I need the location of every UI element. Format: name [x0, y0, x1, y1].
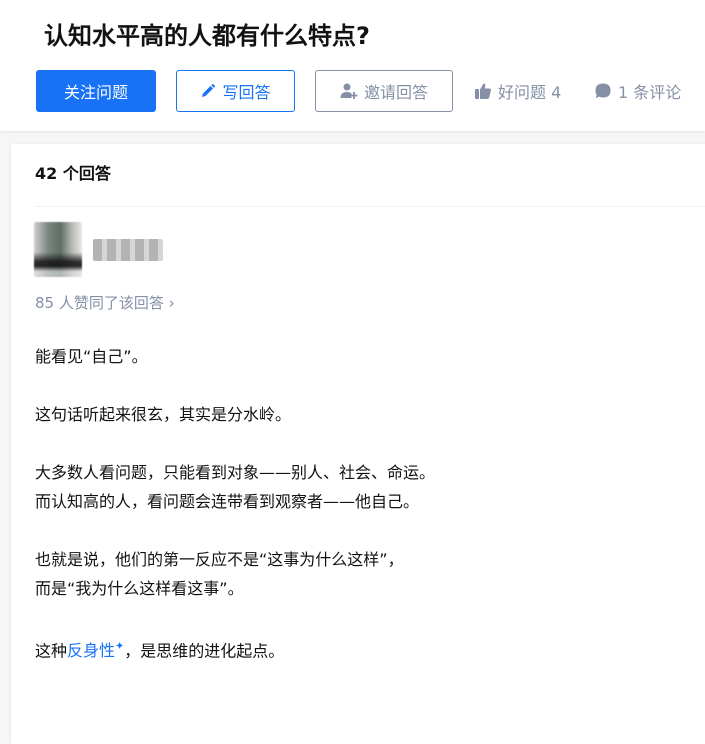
- answer-paragraph: 这句话听起来很玄，其实是分水岭。: [35, 405, 292, 424]
- comment-bubble-icon: [594, 82, 612, 100]
- reflexivity-link-text: 反身性: [67, 641, 116, 661]
- good-question-button[interactable]: 好问题 4: [474, 70, 561, 112]
- invite-answer-button[interactable]: 邀请回答: [315, 70, 453, 112]
- question-title: 认知水平高的人都有什么特点?: [44, 22, 370, 50]
- write-answer-label: 写回答: [222, 83, 271, 102]
- question-header: 认知水平高的人都有什么特点? 关注问题 写回答 邀请回答 好问题 4 1 条评论: [0, 0, 705, 131]
- invite-user-icon: [340, 82, 358, 100]
- reflexivity-link[interactable]: 反身性✦: [67, 640, 125, 661]
- author-avatar[interactable]: [34, 222, 82, 277]
- write-answer-button[interactable]: 写回答: [176, 70, 295, 112]
- answers-card: 42 个回答 85 人赞同了该回答 › 能看见“自己”。 这句话听起来很玄，其实…: [11, 144, 705, 744]
- pencil-icon: [200, 83, 216, 99]
- answers-divider: [35, 206, 705, 207]
- invite-answer-label: 邀请回答: [363, 83, 428, 102]
- answer-count: 42 个回答: [35, 164, 111, 183]
- author-name-blurred[interactable]: [93, 239, 163, 261]
- answer-paragraph: 也就是说，他们的第一反应不是“这事为什么这样”，: [35, 550, 404, 569]
- answer-paragraph: 大多数人看问题，只能看到对象——别人、社会、命运。: [35, 463, 436, 482]
- answer-paragraph: 而认知高的人，看问题会连带看到观察者——他自己。: [35, 492, 420, 511]
- thumbs-up-icon: [474, 82, 492, 100]
- answer-paragraph-with-link: 这种反身性✦，是思维的进化起点。: [35, 632, 695, 665]
- answer-paragraph: 能看见“自己”。: [35, 347, 148, 366]
- answer-paragraph: 而是“我为什么这样看这事”。: [35, 579, 244, 598]
- voters-link[interactable]: 85 人赞同了该回答 ›: [35, 291, 175, 315]
- comment-button[interactable]: 1 条评论: [594, 70, 681, 112]
- comment-label: 1 条评论: [618, 83, 682, 102]
- follow-question-button[interactable]: 关注问题: [36, 70, 156, 112]
- sparkle-icon: ✦: [115, 640, 125, 653]
- answer-text: ，是思维的进化起点。: [124, 641, 285, 661]
- answer-content: 能看见“自己”。 这句话听起来很玄，其实是分水岭。 大多数人看问题，只能看到对象…: [35, 342, 695, 694]
- good-question-label: 好问题 4: [498, 83, 562, 102]
- answer-text: 这种: [35, 641, 68, 661]
- follow-question-label: 关注问题: [63, 83, 128, 102]
